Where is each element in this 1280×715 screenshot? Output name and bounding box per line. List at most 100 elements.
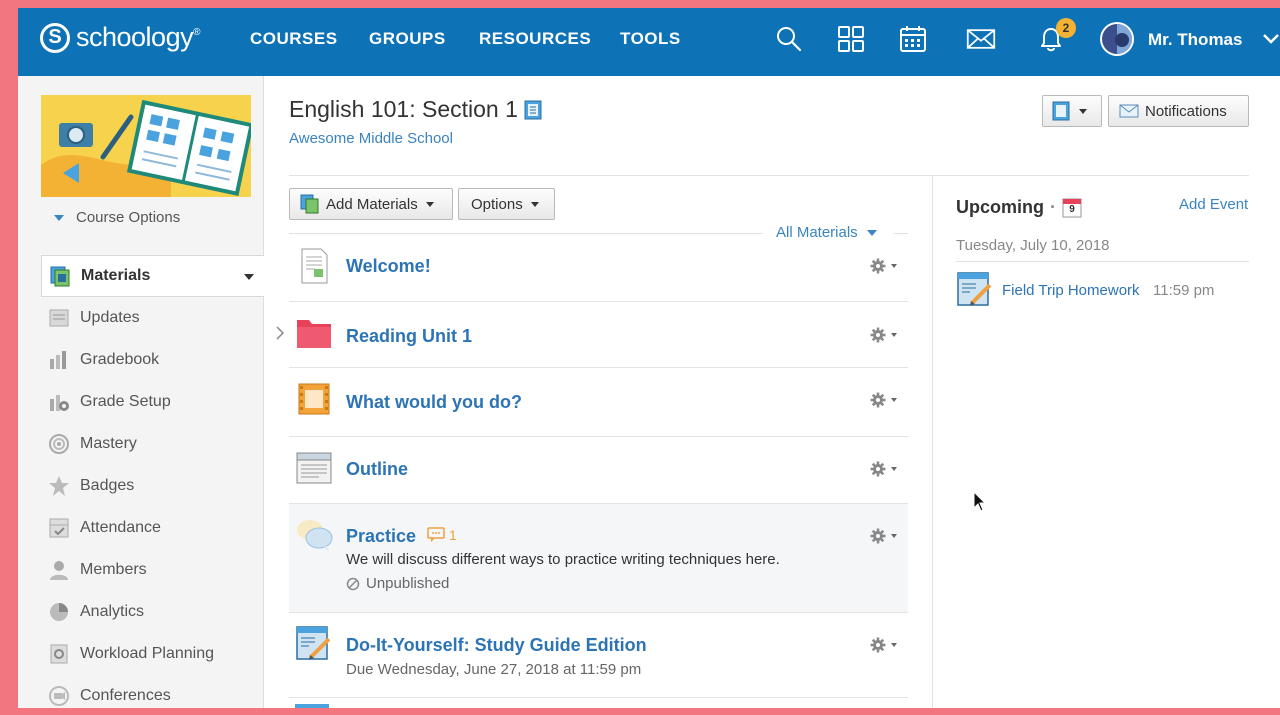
course-options[interactable]: Course Options [54,209,180,226]
sidebar-item-label: Updates [80,309,140,326]
material-row[interactable]: Practice 1 We will discuss different way… [289,504,908,613]
gradebook-icon [50,351,66,369]
chevron-down-icon[interactable] [1262,28,1280,48]
sidebar-item-attendance[interactable]: Attendance [41,507,264,549]
sidebar-item-label: Attendance [80,519,161,536]
gear-icon[interactable] [870,528,900,544]
nav-tools[interactable]: TOOLS [620,29,681,49]
school-link[interactable]: Awesome Middle School [289,130,453,147]
header-actions: Notifications [1042,95,1249,127]
assignment-icon [296,626,331,660]
material-row[interactable]: Welcome! [289,234,908,302]
sidebar-item-grade-setup[interactable]: Grade Setup [41,381,264,423]
updates-icon [49,309,69,327]
user-name[interactable]: Mr. Thomas [1148,30,1242,50]
materials-toolbar: Add Materials Options [289,188,555,220]
materials-icon [50,266,70,287]
options-label: Options [471,195,523,213]
nav-groups[interactable]: GROUPS [369,29,446,49]
sidebar-item-label: Members [80,561,147,578]
gear-icon[interactable] [870,258,900,274]
conferences-icon [49,686,69,706]
gear-icon[interactable] [870,637,900,653]
chevron-right-icon[interactable] [274,325,286,341]
gear-icon[interactable] [870,461,900,477]
search-icon[interactable] [774,24,804,54]
divider [956,261,1249,262]
material-row[interactable]: What would you do? [289,368,908,437]
sidebar-item-members[interactable]: Members [41,549,264,591]
column-divider [932,176,933,708]
notifications-label: Notifications [1145,102,1227,120]
sidebar-item-conferences[interactable]: Conferences [41,675,264,708]
unpublished-status: Unpublished [346,575,449,592]
calendar-day-icon[interactable]: 9 [1062,196,1082,218]
gear-icon[interactable] [870,327,900,343]
logo-wordmark: schoology [76,22,194,52]
sidebar-item-badges[interactable]: Badges [41,465,264,507]
caret-down-icon [425,201,434,207]
comment-count-value: 1 [449,527,457,543]
schoology-logo[interactable]: S schoology ® [40,22,200,53]
caret-down-icon [1079,108,1087,114]
sidebar-item-mastery[interactable]: Mastery [41,423,264,465]
sidebar-item-gradebook[interactable]: Gradebook [41,339,264,381]
add-materials-button[interactable]: Add Materials [289,188,453,220]
caret-down-icon [530,201,539,207]
sidebar-item-label: Analytics [80,603,145,620]
material-row[interactable]: Do-It-Yourself: Study Guide Edition Due … [289,613,908,698]
material-row[interactable]: Outline [289,437,908,504]
course-image [41,95,251,197]
members-icon [50,561,68,580]
media-album-icon [298,383,330,415]
logo-trademark: ® [193,27,201,38]
sidebar-item-workload-planning[interactable]: Workload Planning [41,633,264,675]
notebook-icon [1052,101,1070,121]
apps-grid-icon[interactable] [836,24,866,54]
calendar-day-number: 9 [1069,204,1075,215]
material-title[interactable]: Do-It-Yourself: Study Guide Edition [346,635,647,656]
page-title: English 101: Section 1 [289,96,544,123]
due-date: Due Wednesday, June 27, 2018 at 11:59 pm [346,661,642,678]
course-menu-button[interactable] [1042,95,1102,127]
avatar[interactable] [1100,22,1134,56]
discussion-icon [297,520,333,552]
caret-down-icon[interactable] [244,274,254,280]
notification-badge: 2 [1056,18,1076,38]
comment-count[interactable]: 1 [427,527,457,543]
material-row[interactable]: Reading Unit 1 [289,302,908,368]
top-navbar: S schoology ® COURSES GROUPS RESOURCES TO… [18,8,1280,76]
grade-setup-icon [50,395,69,411]
nav-resources[interactable]: RESOURCES [479,29,591,49]
sidebar-item-materials[interactable]: Materials [41,255,264,297]
upcoming-event-link[interactable]: Field Trip Homework [1002,282,1140,299]
logo-mark: S [40,22,70,53]
calendar-icon[interactable] [898,24,928,54]
left-sidebar: Course Options Materials Updates Gradebo… [18,76,264,708]
caret-down-icon [54,214,64,221]
app-frame: S schoology ® COURSES GROUPS RESOURCES TO… [18,8,1280,708]
status-label: Unpublished [366,575,450,592]
course-options-label: Course Options [76,209,181,226]
mastery-icon [49,434,69,454]
material-title[interactable]: Welcome! [346,256,431,277]
notifications-button[interactable]: Notifications [1108,95,1249,127]
page-icon [301,248,328,284]
material-title[interactable]: Practice [346,526,416,547]
add-event-link[interactable]: Add Event [1179,196,1248,213]
material-title[interactable]: What would you do? [346,392,522,413]
document-icon [296,452,332,484]
upcoming-title: Upcoming [956,196,1044,217]
material-title[interactable]: Outline [346,459,408,480]
mail-icon[interactable] [966,24,996,54]
folder-icon [297,320,331,348]
sidebar-item-updates[interactable]: Updates [41,297,264,339]
course-info-icon[interactable] [522,99,544,121]
options-button[interactable]: Options [458,188,555,220]
nav-courses[interactable]: COURSES [250,29,338,49]
gear-icon[interactable] [870,392,900,408]
material-title[interactable]: Reading Unit 1 [346,326,472,347]
add-materials-label: Add Materials [326,195,418,213]
sidebar-item-analytics[interactable]: Analytics [41,591,264,633]
sidebar-item-label: Gradebook [80,351,160,368]
